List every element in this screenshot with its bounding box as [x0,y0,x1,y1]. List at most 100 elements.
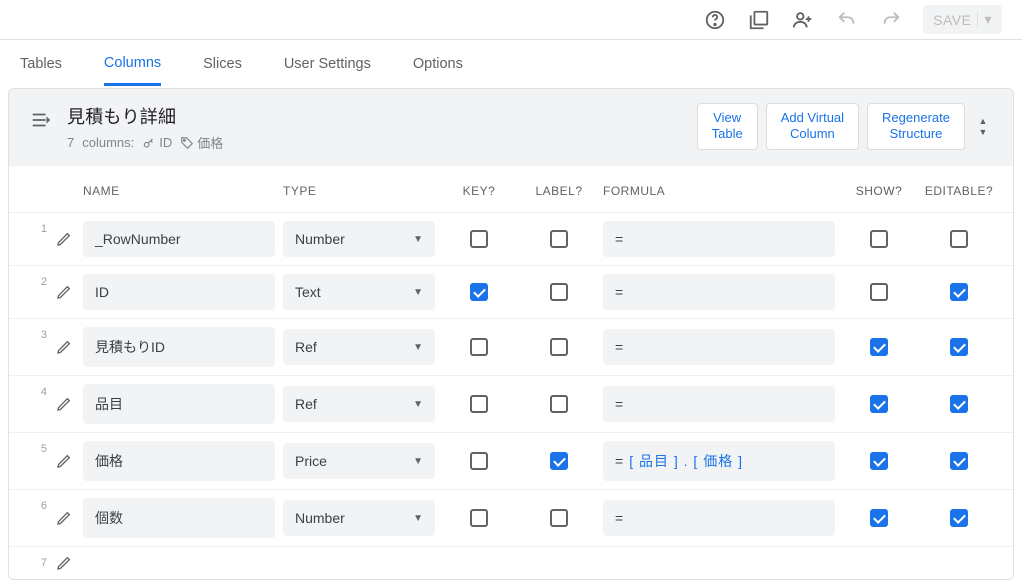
table-row: 7 [9,546,1013,579]
view-table-button[interactable]: View Table [697,103,758,150]
label-checkbox[interactable] [550,509,568,527]
edit-icon[interactable] [49,396,79,412]
formula-input[interactable]: = [603,329,835,365]
panel-header: 見積もり詳細 7 columns: ID 価格 View Table Add V… [9,89,1013,166]
tab-columns[interactable]: Columns [104,43,161,86]
name-input[interactable]: 価格 [83,441,275,481]
tabs-bar: Tables Columns Slices User Settings Opti… [0,40,1022,88]
edit-icon[interactable] [49,453,79,469]
show-checkbox[interactable] [870,338,888,356]
table-header: NAME TYPE KEY? LABEL? FORMULA SHOW? EDIT… [9,166,1013,212]
name-input[interactable]: 見積もりID [83,327,275,367]
table-row: 3 見積もりIDRef▼ = [9,318,1013,375]
type-select[interactable]: Number▼ [283,221,435,257]
panel-subtitle: 7 columns: ID 価格 [67,133,683,152]
tab-tables[interactable]: Tables [20,44,62,84]
collapse-icon[interactable] [29,108,53,132]
label-checkbox[interactable] [550,283,568,301]
formula-input[interactable]: =[ 品目 ] . [ 価格 ] [603,441,835,481]
show-checkbox[interactable] [870,283,888,301]
type-select[interactable]: Text▼ [283,274,435,310]
library-icon[interactable] [747,8,771,32]
row-number: 3 [19,327,49,341]
save-button[interactable]: SAVE ▾ [923,5,1002,34]
name-input[interactable]: ID [83,274,275,310]
columns-count: 7 [67,135,74,150]
editable-checkbox[interactable] [950,395,968,413]
edit-icon[interactable] [49,555,79,571]
panel-actions: View Table Add Virtual Column Regenerate… [697,103,993,150]
formula-input[interactable]: = [603,386,835,422]
edit-icon[interactable] [49,510,79,526]
key-checkbox[interactable] [470,338,488,356]
editable-checkbox[interactable] [950,338,968,356]
key-checkbox[interactable] [470,452,488,470]
type-select[interactable]: Price▼ [283,443,435,479]
th-name: NAME [79,184,279,198]
type-select[interactable]: Ref▼ [283,386,435,422]
th-type: TYPE [279,184,439,198]
tab-slices[interactable]: Slices [203,44,242,84]
editable-checkbox[interactable] [950,283,968,301]
formula-input[interactable]: = [603,221,835,257]
chevron-down-icon: ▼ [413,287,423,298]
label-checkbox[interactable] [550,338,568,356]
show-checkbox[interactable] [870,395,888,413]
tab-options[interactable]: Options [413,44,463,84]
add-virtual-column-button[interactable]: Add Virtual Column [766,103,859,150]
editable-checkbox[interactable] [950,230,968,248]
name-input[interactable]: _RowNumber [83,221,275,257]
chevron-down-icon: ▼ [413,399,423,410]
chevron-down-icon: ▼ [413,513,423,524]
formula-input[interactable]: = [603,274,835,310]
tag-icon [180,136,194,150]
editable-checkbox[interactable] [950,509,968,527]
show-checkbox[interactable] [870,509,888,527]
expand-collapse-toggle[interactable]: ▲ ▼ [973,116,993,137]
undo-icon[interactable] [835,8,859,32]
tab-user-settings[interactable]: User Settings [284,44,371,84]
show-checkbox[interactable] [870,230,888,248]
name-input[interactable]: 個数 [83,498,275,538]
row-number: 6 [19,498,49,512]
help-icon[interactable] [703,8,727,32]
label-meta: 価格 [180,133,223,152]
row-number: 5 [19,441,49,455]
table-row: 2IDText▼= [9,265,1013,318]
type-select[interactable]: Ref▼ [283,329,435,365]
add-user-icon[interactable] [791,8,815,32]
type-select[interactable]: Number▼ [283,500,435,536]
th-formula: FORMULA [599,184,839,198]
table-row: 5 価格Price▼ =[ 品目 ] . [ 価格 ] [9,432,1013,489]
th-label: LABEL? [519,184,599,198]
chevron-down-icon: ▼ [413,342,423,353]
chevron-down-icon: ▼ [413,456,423,467]
label-checkbox[interactable] [550,452,568,470]
save-dropdown-icon[interactable]: ▾ [977,11,992,28]
key-checkbox[interactable] [470,283,488,301]
th-editable: EDITABLE? [919,184,999,198]
columns-panel: 見積もり詳細 7 columns: ID 価格 View Table Add V… [8,88,1014,580]
label-checkbox[interactable] [550,395,568,413]
edit-icon[interactable] [49,339,79,355]
redo-icon[interactable] [879,8,903,32]
regenerate-structure-button[interactable]: Regenerate Structure [867,103,965,150]
label-checkbox[interactable] [550,230,568,248]
key-checkbox[interactable] [470,395,488,413]
edit-icon[interactable] [49,231,79,247]
columns-suffix: columns: [82,135,134,150]
show-checkbox[interactable] [870,452,888,470]
name-input[interactable]: 品目 [83,384,275,424]
key-icon [142,136,156,150]
chevron-down-icon: ▼ [979,127,988,137]
formula-input[interactable]: = [603,500,835,536]
columns-table: NAME TYPE KEY? LABEL? FORMULA SHOW? EDIT… [9,166,1013,579]
editable-checkbox[interactable] [950,452,968,470]
key-checkbox[interactable] [470,509,488,527]
formula-reference: [ 品目 ] . [ 価格 ] [629,451,743,471]
th-show: SHOW? [839,184,919,198]
chevron-up-icon: ▲ [979,116,988,126]
edit-icon[interactable] [49,284,79,300]
save-label: SAVE [933,12,971,28]
key-checkbox[interactable] [470,230,488,248]
